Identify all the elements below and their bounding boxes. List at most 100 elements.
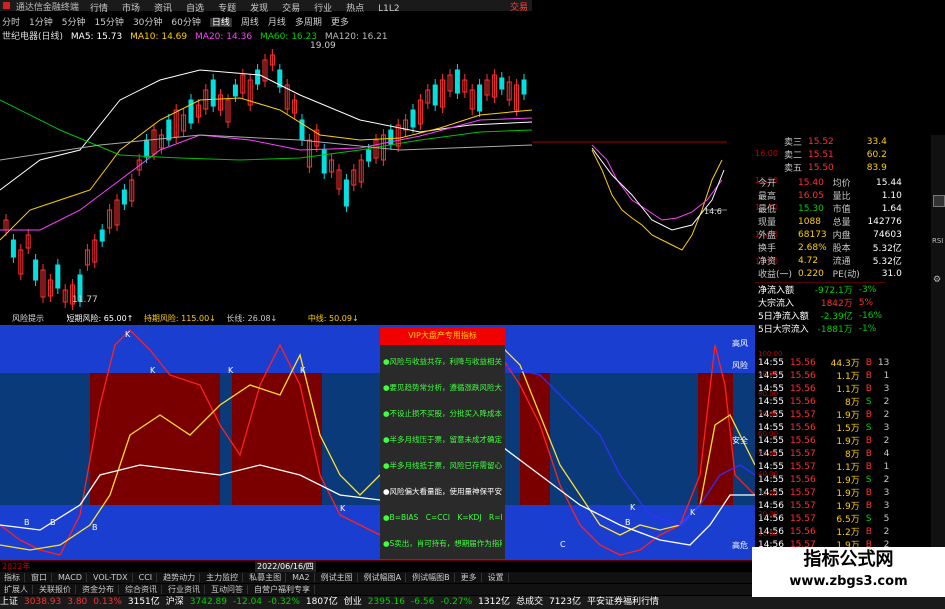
tick-side: B (865, 461, 872, 472)
indicator-tab-4[interactable]: CCI (134, 573, 158, 582)
index-pct: -0.32% (268, 597, 300, 607)
indicator-tab-5[interactable]: 趋势动力 (159, 573, 201, 582)
indicator-tab-6[interactable]: 主力监控 (202, 573, 244, 582)
indicator-tab-12[interactable]: 更多 (456, 573, 482, 582)
info-tab-6[interactable]: 自营户福利专享 (250, 585, 315, 594)
indicator-name[interactable]: 风险提示 (12, 314, 44, 323)
zoom-icon[interactable] (933, 195, 945, 207)
stat-value2: 15.44 (876, 177, 902, 188)
flow-pct: 5% (858, 297, 874, 308)
period-tab-8[interactable]: 月线 (268, 18, 286, 27)
period-tab-5[interactable]: 60分钟 (171, 18, 200, 27)
signal-marker: K (125, 330, 131, 339)
signal-marker: K (690, 508, 696, 517)
indicator-axis-tick: 10.00 (758, 530, 779, 538)
stat-value2: 1.64 (881, 203, 902, 214)
intraday-chart[interactable]: 14.6 (532, 140, 752, 290)
settings-icon[interactable]: ⚙ (933, 275, 945, 285)
zx-label: 中线: 50.09↓ (307, 314, 359, 323)
indicator-tab-2[interactable]: MACD (54, 573, 87, 582)
info-tab-3[interactable]: 综合资讯 (121, 585, 162, 594)
quote-panel: 卖三 15.52 33.4 卖二 15.51 60.2 卖五 15.50 83.9 今开 15.4… (755, 135, 945, 335)
vip-line: ●半多月线压于票，留意未成才确定 (383, 435, 502, 444)
period-tab-10[interactable]: 更多 (331, 18, 349, 27)
menu-item-6[interactable]: 交易 (282, 4, 300, 12)
menu-item-5[interactable]: 发现 (250, 4, 268, 12)
info-tab-1[interactable]: 关联报价 (35, 585, 76, 594)
index-name[interactable]: 创业 (344, 597, 362, 607)
vip-lines: ●风险与收益共存，利降与收益相关 ●要见趋势常分析，遵循涨跌风险大 ●不设止损不买股… (380, 345, 505, 561)
info-tab-0[interactable]: 扩展人 (0, 585, 33, 594)
menu-item-7[interactable]: 行业 (314, 4, 332, 12)
signal-marker: C (560, 540, 566, 549)
flow-row: 5日净流入额 -2.39亿 -16% (755, 309, 885, 323)
sell-row: 卖二 15.51 60.2 (781, 148, 890, 162)
tick-count: 2 (883, 526, 890, 537)
ma-line-magenta (0, 117, 532, 231)
period-tab-6[interactable]: 日线 (209, 18, 232, 27)
indicator-tab-11[interactable]: 例试幅图B (408, 573, 455, 582)
sell-label: 卖二 (784, 151, 803, 161)
rsi-icon[interactable]: RSI (932, 237, 945, 245)
menu-item-8[interactable]: 热点 (346, 4, 364, 12)
tick-count: 1 (883, 370, 890, 381)
tick-volume: 6.5万 (836, 515, 860, 525)
tick-side: B (865, 487, 872, 498)
stat-label: 现量 (758, 218, 777, 228)
stat-value: 0.220 (798, 268, 824, 279)
tick-price: 15.57 (789, 461, 816, 472)
index-name[interactable]: 上证 (0, 597, 18, 607)
zone-label: 高危 (732, 541, 748, 550)
candlestick-chart[interactable]: 19.09 11.77 (0, 40, 532, 310)
tick-volume: 1.2万 (836, 528, 860, 538)
period-tab-3[interactable]: 15分钟 (94, 18, 123, 27)
stat-row: 收益(一) 0.220 PE(动) 31.0 (755, 267, 905, 281)
info-tab-4[interactable]: 行业资讯 (164, 585, 205, 594)
tick-price: 15.56 (789, 526, 816, 537)
info-tab-5[interactable]: 互动问答 (207, 585, 248, 594)
period-tab-7[interactable]: 周线 (241, 18, 259, 27)
period-tab-0[interactable]: 分时 (2, 18, 20, 27)
indicator-tab-1[interactable]: 窗口 (27, 573, 52, 582)
period-tab-9[interactable]: 多周期 (295, 18, 322, 27)
index-name[interactable]: 沪深 (166, 597, 184, 607)
indicator-tab-9[interactable]: 例试主图 (316, 573, 358, 582)
high-price-label: 19.09 (310, 41, 336, 51)
tick-side: B (865, 370, 872, 381)
indicator-tab-13[interactable]: 设置 (483, 573, 509, 582)
menu-item-2[interactable]: 资讯 (154, 4, 172, 12)
indicator-tab-8[interactable]: MA2 (288, 573, 315, 582)
tick-volume: 44.3万 (830, 359, 860, 369)
index-value: 3742.89 (189, 597, 228, 607)
stat-label: 净资 (758, 257, 777, 267)
watermark-banner: 指标公式网 www.zbgs3.com (752, 547, 945, 597)
menu-item-0[interactable]: 行情 (90, 4, 108, 12)
info-tab-2[interactable]: 资金分布 (78, 585, 119, 594)
indicator-tab-10[interactable]: 例试幅图A (359, 573, 407, 582)
period-tab-1[interactable]: 1分钟 (29, 18, 53, 27)
index-change: -12.04 (233, 597, 263, 607)
indicator-tab-7[interactable]: 私募主图 (245, 573, 287, 582)
risk-indicator-chart[interactable]: KK K KB BBBK KKC (0, 325, 755, 560)
low-price-label: 11.77 (72, 295, 98, 305)
period-tab-2[interactable]: 5分钟 (62, 18, 86, 27)
zone-label: 高风 (732, 339, 748, 348)
zone-label: 安全 (732, 436, 748, 445)
info-tabs: 扩展人 关联报价 资金分布 综合资讯 行业资讯 互动问答 自营户福利专享 (0, 584, 752, 595)
indicator-tab-0[interactable]: 指标 (0, 573, 25, 582)
menu-item-3[interactable]: 自选 (186, 4, 204, 12)
menu-item-1[interactable]: 市场 (122, 4, 140, 12)
index-amount: 1312亿 (478, 597, 511, 607)
broker-label[interactable]: 平安证券福利行情 (587, 597, 659, 607)
vip-title-bar: VIP大盘产专用指标 (380, 327, 505, 345)
tick-side: B (865, 409, 872, 420)
tick-count: 3 (883, 383, 890, 394)
tick-count: 13 (877, 357, 890, 368)
date-axis: 2022年 2022/06/16/四 (0, 560, 752, 572)
year-label: 2022年 (2, 562, 31, 571)
menu-item-4[interactable]: 专题 (218, 4, 236, 12)
period-tab-4[interactable]: 30分钟 (133, 18, 162, 27)
index-amount: 1807亿 (305, 597, 338, 607)
indicator-tab-3[interactable]: VOL-TDX (88, 573, 133, 582)
menu-item-9[interactable]: L1L2 (378, 4, 399, 12)
